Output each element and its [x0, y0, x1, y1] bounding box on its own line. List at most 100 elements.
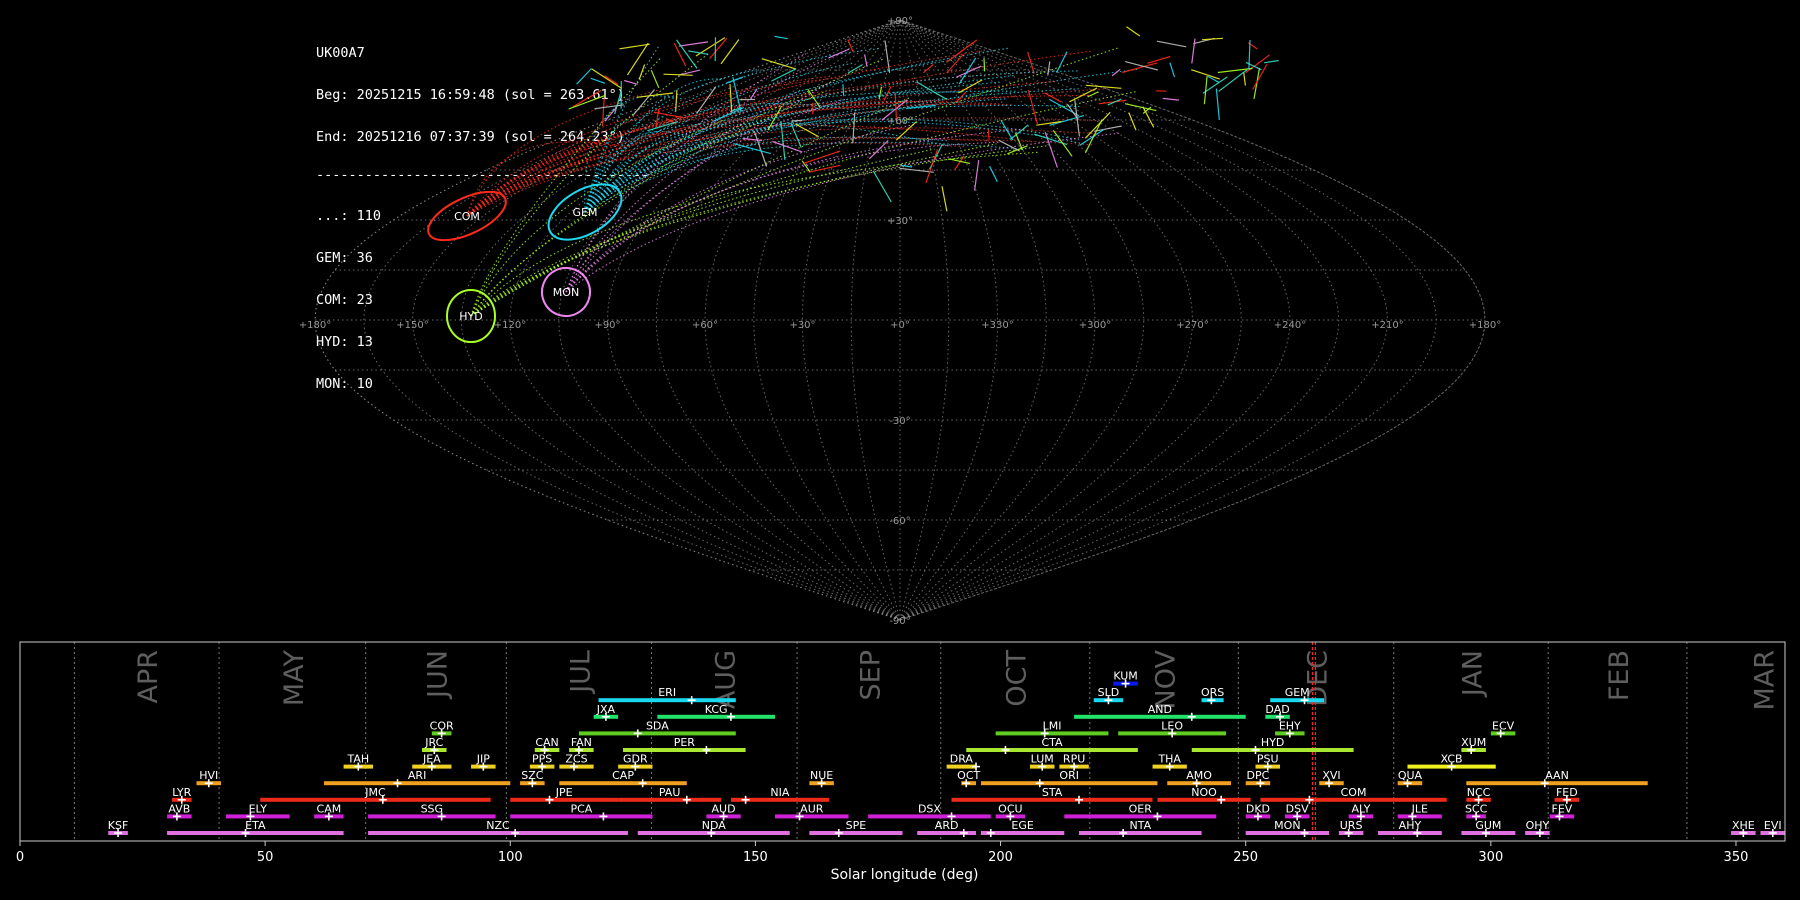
meteor-streak — [678, 41, 709, 47]
shower-label: EVI — [1764, 819, 1782, 832]
meteor-arc — [466, 50, 1093, 217]
meteor-streak — [1125, 61, 1158, 71]
shower-zcs: ZCS — [559, 753, 594, 771]
meteor-streak — [1156, 40, 1187, 48]
shower-label: KSF — [108, 819, 129, 832]
shower-label: EGE — [1011, 819, 1033, 832]
lat-label: -30° — [889, 416, 910, 427]
shower-urs: URS — [1338, 819, 1364, 837]
shower-ecv: ECV — [1490, 719, 1516, 738]
shower-label: JIP — [476, 753, 490, 766]
shower-label: JPE — [555, 786, 573, 799]
meteor-streak — [842, 84, 845, 96]
meteor-streak — [989, 165, 998, 182]
meteor-streak — [808, 164, 841, 173]
shower-lmi: LMI — [995, 719, 1109, 738]
meteor-streak — [726, 76, 744, 84]
meteor-streak — [998, 139, 1021, 152]
shower-qua: QUA — [1397, 769, 1423, 788]
meteor-arc — [466, 83, 926, 217]
shower-label: ERI — [658, 686, 676, 699]
lon-label: +30° — [789, 320, 815, 331]
shower-label: OHY — [1526, 819, 1550, 832]
shower-label: OER — [1129, 802, 1153, 815]
meteor-streak — [675, 89, 678, 112]
shower-label: ARI — [408, 769, 426, 782]
shower-avb: AVB — [167, 802, 192, 821]
x-tick-label: 150 — [743, 850, 768, 865]
meteor-streak — [864, 54, 868, 67]
lon-label: +180° — [1469, 320, 1501, 331]
shower-label: DRA — [950, 753, 974, 766]
meteor-streak — [1009, 124, 1029, 141]
shower-ksf: KSF — [108, 819, 129, 837]
shower-nta: NTA — [1079, 819, 1202, 837]
meteor-streak — [1191, 38, 1196, 64]
shower-bars: KUM ERI SLD ORS GEM JXA KCG AND DAD COR SDA LMI LEO E… — [108, 670, 1785, 837]
shower-label: ZCS — [565, 753, 587, 766]
shower-ari: ARI — [323, 769, 511, 788]
shower-label: SZC — [521, 769, 544, 782]
meteor-streak — [1191, 69, 1220, 80]
meteor-streak — [974, 160, 980, 191]
meteor-streak — [791, 119, 802, 122]
shower-cta: CTA — [966, 736, 1138, 754]
shower-label: SPE — [846, 819, 867, 832]
meteor-streak — [987, 129, 990, 140]
shower-spe: SPE — [809, 819, 903, 837]
shower-pps: PPS — [529, 753, 555, 771]
meteor-arc — [565, 53, 807, 293]
shower-label: QUA — [1398, 769, 1423, 782]
shower-nue: NUE — [809, 769, 834, 788]
shower-label: AAN — [1545, 769, 1569, 782]
meteor-streak — [916, 81, 947, 100]
shower-eta: ETA — [167, 819, 344, 837]
sky-map: COM GEM MON HYD +90° +60° +30° -30° -60° -90° +18… — [299, 16, 1501, 627]
lon-label: +90° — [594, 320, 620, 331]
shower-per: PER — [623, 736, 746, 754]
shower-lyr: LYR — [171, 786, 192, 804]
meteor-arc — [565, 54, 836, 293]
shower-label: KCG — [705, 703, 728, 716]
shower-jle: JLE — [1397, 802, 1442, 821]
shower-sta: STA — [951, 786, 1153, 804]
shower-label: CAN — [535, 736, 558, 749]
month-label: NOV — [1151, 649, 1182, 709]
shower-label: NDA — [702, 819, 727, 832]
shower-kcg: KCG — [657, 703, 776, 721]
meteor-streak — [590, 77, 606, 84]
meteor-streak — [1147, 55, 1171, 64]
shower-label: AMO — [1186, 769, 1212, 782]
shower-label: STA — [1042, 786, 1063, 799]
shower-kum: KUM — [1113, 670, 1138, 688]
x-axis-label: Solar longitude (deg) — [831, 867, 979, 883]
lat-label: +60° — [887, 116, 913, 127]
shower-jip: JIP — [471, 753, 496, 771]
shower-label: LYR — [172, 786, 191, 799]
shower-label: SDA — [646, 719, 669, 732]
shower-hvi: HVI — [196, 769, 222, 788]
shower-ncc: NCC — [1466, 786, 1491, 804]
shower-label: DKD — [1246, 802, 1270, 815]
shower-xcb: XCB — [1407, 753, 1496, 771]
meteor-streak — [1162, 97, 1179, 101]
shower-label: NTA — [1129, 819, 1151, 832]
shower-ehy: EHY — [1275, 719, 1305, 738]
meteor-arc — [584, 95, 682, 213]
shower-psu: PSU — [1255, 753, 1281, 771]
shower-label: NCC — [1467, 786, 1491, 799]
shower-jrc: JRC — [422, 736, 447, 754]
lon-label: +0° — [890, 320, 910, 331]
shower-label: NOO — [1191, 786, 1217, 799]
shower-mon: MON — [1245, 819, 1330, 837]
meteor-streak — [576, 68, 592, 85]
meteor-streak — [1052, 130, 1073, 157]
meteor-streak — [954, 156, 965, 171]
meteor-streak — [626, 42, 649, 76]
meteor-streak — [884, 40, 891, 73]
month-label: MAY — [279, 650, 310, 707]
meteor-streak — [673, 43, 687, 67]
meteor-arc — [470, 56, 663, 317]
shower-label: SLD — [1098, 686, 1120, 699]
shower-jmc: JMC — [260, 786, 491, 804]
